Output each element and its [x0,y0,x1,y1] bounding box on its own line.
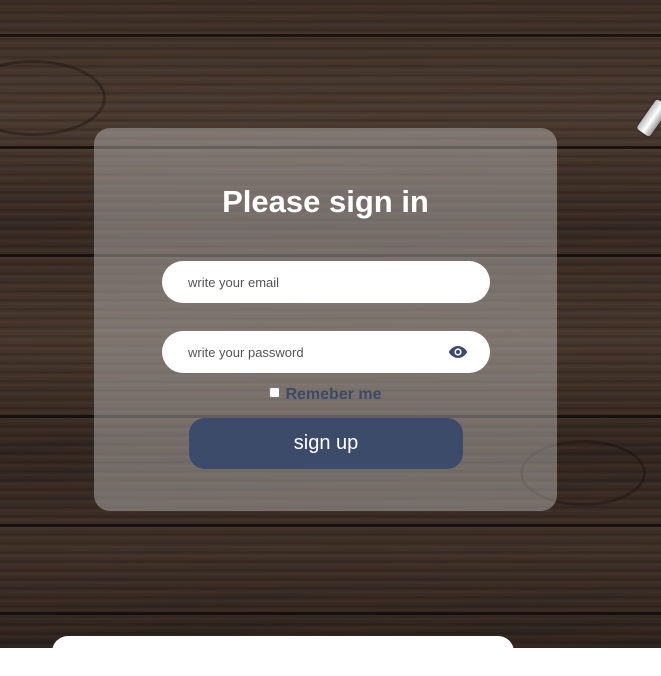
plank-seam [0,34,661,37]
email-input[interactable] [188,261,438,303]
remember-me-row: Remeber me [94,386,557,404]
sign-up-button[interactable]: sign up [189,418,463,469]
pen-decoration [636,98,661,138]
password-field[interactable] [162,331,490,373]
bottom-panel [52,636,514,676]
plank-seam [0,612,661,615]
plank-seam [0,524,661,527]
remember-me-label: Remeber me [285,386,382,403]
email-field[interactable] [162,261,490,303]
password-input[interactable] [188,331,438,373]
wood-knot [0,60,106,136]
remember-me-checkbox[interactable] [269,387,281,398]
login-card: Please sign in Remeber me sign up [94,128,557,511]
eye-icon[interactable] [448,344,468,360]
page-title: Please sign in [222,184,429,219]
